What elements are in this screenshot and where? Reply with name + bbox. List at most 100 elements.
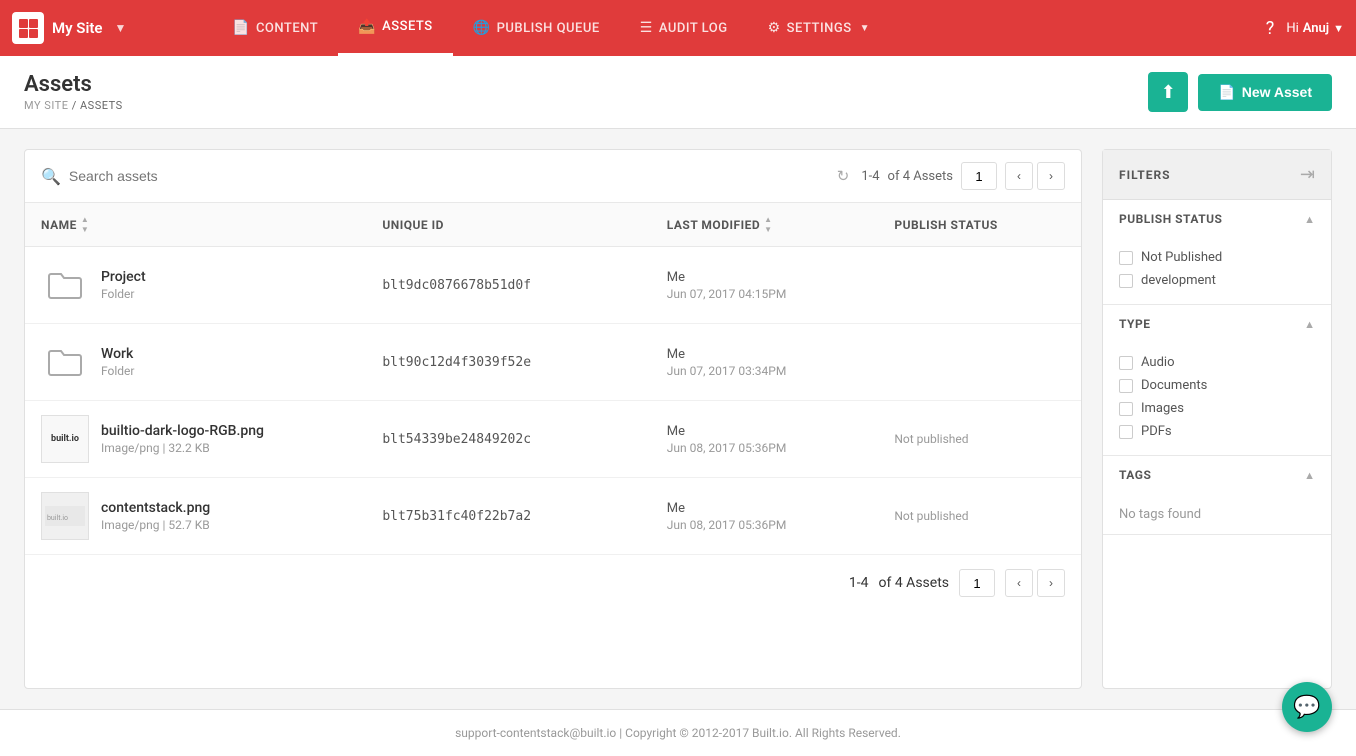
folder-icon (41, 338, 89, 386)
audio-checkbox[interactable] (1119, 356, 1133, 370)
tags-chevron-icon: ▲ (1304, 469, 1315, 482)
col-header-status: PUBLISH STATUS (894, 218, 1065, 232)
modified-by: Me (667, 424, 895, 439)
search-bar: 🔍 ↻ 1-4 of 4 Assets ‹ › (25, 150, 1081, 203)
nav-item-settings[interactable]: ⚙ SETTINGS ▼ (748, 0, 890, 56)
modified-date: Jun 08, 2017 05:36PM (667, 441, 895, 455)
asset-info: Work Folder (101, 346, 134, 378)
pdfs-checkbox[interactable] (1119, 425, 1133, 439)
uid-cell: blt75b31fc40f22b7a2 (382, 509, 666, 524)
chat-button[interactable]: 💬 (1282, 682, 1332, 732)
prev-page-button[interactable]: ‹ (1005, 162, 1033, 190)
status-cell: Not published (894, 508, 1065, 524)
pagination-range: 1-4 (861, 169, 879, 184)
images-checkbox[interactable] (1119, 402, 1133, 416)
asset-type: Image/png | 52.7 KB (101, 518, 210, 532)
nav-label-content: CONTENT (256, 21, 318, 36)
content-icon: 📄 (232, 20, 250, 36)
filter-section-tags-header[interactable]: TAGS ▲ (1103, 456, 1331, 494)
modified-date: Jun 07, 2017 04:15PM (667, 287, 895, 301)
modified-cell: Me Jun 07, 2017 04:15PM (667, 270, 895, 301)
col-header-modified[interactable]: LAST MODIFIED ▲ ▼ (667, 215, 895, 234)
page-title: Assets (24, 72, 123, 97)
bottom-page-input[interactable] (959, 569, 995, 597)
user-greeting: Hi (1286, 21, 1298, 36)
asset-type: Folder (101, 364, 134, 378)
table-row[interactable]: Work Folder blt90c12d4f3039f52e Me Jun 0… (25, 324, 1081, 401)
nav-item-content[interactable]: 📄 CONTENT (212, 0, 338, 56)
publish-status-chevron-icon: ▲ (1304, 213, 1315, 226)
images-label: Images (1141, 401, 1184, 416)
new-asset-button[interactable]: 📄 New Asset (1198, 74, 1332, 111)
table-row[interactable]: Project Folder blt9dc0876678b51d0f Me Ju… (25, 247, 1081, 324)
bottom-pagination: 1-4 of 4 Assets ‹ › (25, 555, 1081, 611)
not-published-checkbox[interactable] (1119, 251, 1133, 265)
filter-section-publish-status-header[interactable]: PUBLISH STATUS ▲ (1103, 200, 1331, 238)
asset-list-panel: 🔍 ↻ 1-4 of 4 Assets ‹ › (24, 149, 1082, 689)
tags-section: No tags found (1103, 494, 1331, 534)
new-asset-icon: 📄 (1218, 84, 1235, 101)
col-header-name[interactable]: NAME ▲ ▼ (41, 215, 382, 234)
table-header: NAME ▲ ▼ UNIQUE ID LAST MODIFIED ▲ ▼ (25, 203, 1081, 247)
filters-collapse-button[interactable]: ⇥ (1300, 164, 1315, 185)
nav-item-publish-queue[interactable]: 🌐 PUBLISH QUEUE (453, 0, 620, 56)
chat-icon: 💬 (1293, 695, 1320, 720)
bottom-page-nav: ‹ › (1005, 569, 1065, 597)
modified-by: Me (667, 347, 895, 362)
nav-item-audit-log[interactable]: ☰ AUDIT LOG (620, 0, 748, 56)
breadcrumb-site-link[interactable]: MY SITE (24, 99, 68, 112)
search-input[interactable] (69, 168, 837, 184)
footer-text: support-contentstack@built.io | Copyrigh… (455, 726, 901, 740)
audio-label: Audio (1141, 355, 1174, 370)
asset-type: Folder (101, 287, 146, 301)
page-title-area: Assets MY SITE / ASSETS (24, 72, 123, 112)
documents-label: Documents (1141, 378, 1207, 393)
type-options: Audio Documents Images PDFs (1103, 343, 1331, 455)
asset-name: Work (101, 346, 134, 362)
breadcrumb-separator: / (72, 99, 77, 112)
modified-cell: Me Jun 07, 2017 03:34PM (667, 347, 895, 378)
help-button[interactable]: ? (1266, 18, 1275, 39)
image-thumbnail: built.io (41, 415, 89, 463)
asset-name: Project (101, 269, 146, 285)
modified-by: Me (667, 270, 895, 285)
pagination-info: 1-4 of 4 Assets ‹ › (861, 162, 1065, 190)
publish-queue-icon: 🌐 (473, 20, 491, 36)
page: Assets MY SITE / ASSETS ⬆ 📄 New Asset 🔍 (0, 56, 1356, 756)
upload-button[interactable]: ⬆ (1148, 72, 1188, 112)
page-nav: ‹ › (1005, 162, 1065, 190)
nav-label-publish-queue: PUBLISH QUEUE (497, 21, 600, 36)
folder-icon (41, 261, 89, 309)
development-label: development (1141, 273, 1216, 288)
audit-log-icon: ☰ (640, 20, 653, 36)
development-checkbox[interactable] (1119, 274, 1133, 288)
site-selector[interactable]: My Site ▼ (12, 12, 212, 44)
site-name: My Site (52, 19, 102, 37)
assets-icon: 📤 (358, 19, 376, 35)
publish-status-options: Not Published development (1103, 238, 1331, 304)
settings-chevron-icon: ▼ (860, 23, 870, 34)
status-cell: Not published (894, 431, 1065, 447)
refresh-button[interactable]: ↻ (837, 167, 850, 185)
filter-section-type-header[interactable]: TYPE ▲ (1103, 305, 1331, 343)
nav-item-assets[interactable]: 📤 ASSETS (338, 0, 452, 56)
upload-icon: ⬆ (1161, 82, 1176, 103)
asset-name-cell: built.io builtio-dark-logo-RGB.png Image… (41, 415, 382, 463)
status-badge: Not published (894, 509, 968, 523)
page-number-input[interactable] (961, 162, 997, 190)
table-row[interactable]: built.io contentstack.png Image/png | 52… (25, 478, 1081, 555)
bottom-next-button[interactable]: › (1037, 569, 1065, 597)
svg-text:built.io: built.io (47, 514, 68, 522)
user-menu[interactable]: Hi Anuj ▼ (1286, 21, 1344, 36)
bottom-prev-button[interactable]: ‹ (1005, 569, 1033, 597)
search-icon: 🔍 (41, 167, 61, 186)
new-asset-label: New Asset (1242, 84, 1312, 100)
logo-icon (12, 12, 44, 44)
search-actions: ↻ 1-4 of 4 Assets ‹ › (837, 162, 1065, 190)
next-page-button[interactable]: › (1037, 162, 1065, 190)
table-row[interactable]: built.io builtio-dark-logo-RGB.png Image… (25, 401, 1081, 478)
nav-label-settings: SETTINGS (787, 21, 852, 36)
footer: support-contentstack@built.io | Copyrigh… (0, 709, 1356, 756)
documents-checkbox[interactable] (1119, 379, 1133, 393)
asset-name: contentstack.png (101, 500, 210, 516)
